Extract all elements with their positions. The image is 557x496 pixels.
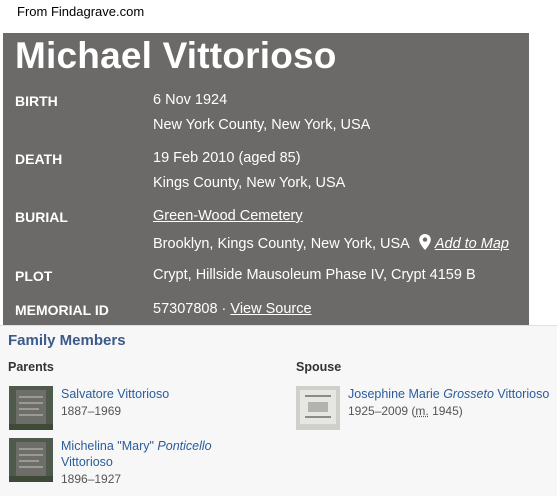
add-to-map-link[interactable]: Add to Map xyxy=(435,236,509,252)
grave-photo[interactable] xyxy=(9,438,53,482)
birth-label: BIRTH xyxy=(15,93,58,109)
parent-last-name[interactable]: Vittorioso xyxy=(61,455,113,469)
spouse-label: Spouse xyxy=(296,360,342,374)
grave-photo[interactable] xyxy=(9,386,53,430)
source-note: From Findagrave.com xyxy=(17,4,145,19)
spouse-dates-text: 1925–2009 ( xyxy=(348,404,416,418)
spouse-last-name[interactable]: Vittorioso xyxy=(494,387,549,401)
birth-place: New York County, New York, USA xyxy=(153,117,371,133)
parent-dates: 1896–1927 xyxy=(61,472,122,486)
spouse-dates: 1925–2009 (m. 1945) xyxy=(348,404,463,418)
burial-label: BURIAL xyxy=(15,209,68,225)
spouse-name-link[interactable]: Josephine Marie Grosseto Vittorioso xyxy=(348,386,549,402)
plot-label: PLOT xyxy=(15,268,53,284)
death-date: 19 Feb 2010 (aged 85) xyxy=(153,150,301,166)
death-label: DEATH xyxy=(15,151,63,167)
memorial-id-value: 57307808 xyxy=(153,301,218,317)
cemetery-link-text[interactable]: Green-Wood Cemetery xyxy=(153,208,303,224)
family-members-section: Family Members Parents Spouse Salvatore … xyxy=(0,325,557,496)
parent-item[interactable]: Salvatore Vittorioso 1887–1969 xyxy=(9,386,269,432)
birth-date: 6 Nov 1924 xyxy=(153,92,228,108)
memorial-name: Michael Vittorioso xyxy=(15,35,337,76)
plot-value: Crypt, Hillside Mausoleum Phase IV, Cryp… xyxy=(153,267,476,283)
memorial-id-row: 57307808 · View Source xyxy=(153,301,312,317)
burial-place: Brooklyn, Kings County, New York, USA xyxy=(153,236,410,252)
parents-label: Parents xyxy=(8,360,54,374)
family-members-title: Family Members xyxy=(8,332,126,349)
parent-maiden-name[interactable]: Ponticello xyxy=(157,439,211,453)
parent-name-link[interactable]: Michelina "Mary" Ponticello Vittorioso xyxy=(61,438,212,470)
view-source-link[interactable]: View Source xyxy=(230,301,311,317)
separator: · xyxy=(217,301,231,317)
death-place: Kings County, New York, USA xyxy=(153,175,346,191)
parent-name-link[interactable]: Salvatore Vittorioso xyxy=(61,386,169,402)
parent-first-name[interactable]: Michelina "Mary" xyxy=(61,439,157,453)
spouse-first-name[interactable]: Josephine Marie xyxy=(348,387,443,401)
spouse-maiden-name[interactable]: Grosseto xyxy=(443,387,494,401)
crypt-photo[interactable] xyxy=(296,386,340,430)
parent-item[interactable]: Michelina "Mary" Ponticello Vittorioso 18… xyxy=(9,438,269,488)
burial-place-row: Brooklyn, Kings County, New York, USA Add… xyxy=(153,234,509,252)
spouse-item[interactable]: Josephine Marie Grosseto Vittorioso 1925… xyxy=(296,386,554,432)
parent-dates: 1887–1969 xyxy=(61,404,122,418)
married-year: 1945) xyxy=(428,404,463,418)
memorial-header: Michael Vittorioso BIRTH 6 Nov 1924 New … xyxy=(3,33,529,325)
cemetery-link[interactable]: Green-Wood Cemetery xyxy=(153,208,303,224)
map-pin-icon[interactable] xyxy=(418,234,432,250)
memorial-id-label: MEMORIAL ID xyxy=(15,302,109,318)
married-abbr: m. xyxy=(415,404,429,418)
